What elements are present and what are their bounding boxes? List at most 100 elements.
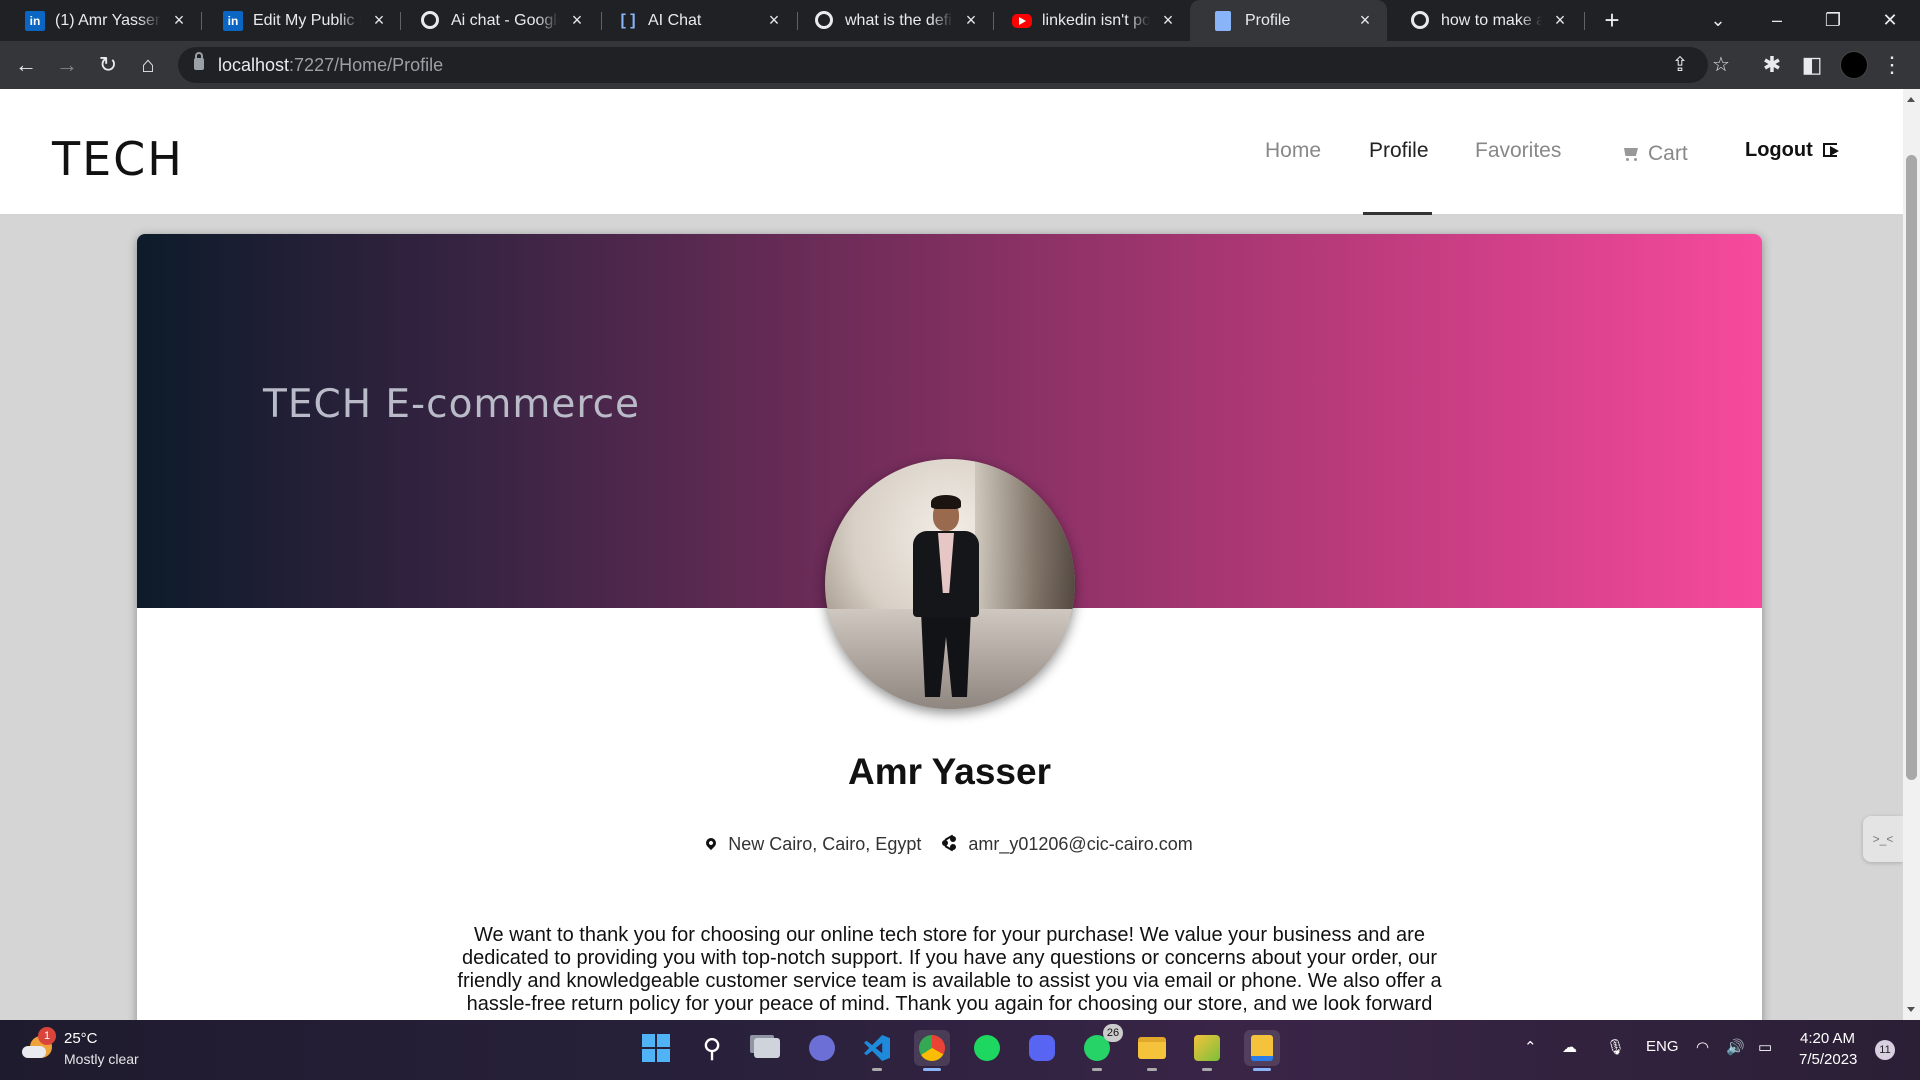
menu-icon[interactable]: ⋮ (1876, 50, 1908, 80)
teams-button[interactable] (804, 1030, 840, 1066)
tab-title: AI Chat (648, 12, 756, 30)
discord-icon (1029, 1035, 1055, 1061)
back-button[interactable]: ← (10, 50, 42, 80)
discord-button[interactable] (1024, 1030, 1060, 1066)
chrome-icon (919, 1035, 945, 1061)
app-icon (1194, 1035, 1220, 1061)
weather-temperature[interactable]: 25°C (64, 1030, 98, 1047)
site-logo[interactable]: TECH (52, 132, 184, 186)
scrollbar-thumb[interactable] (1906, 155, 1917, 780)
close-tab-icon[interactable]: × (567, 10, 587, 30)
tab-how-to[interactable]: how to make a text × (1386, 0, 1582, 41)
tab-edit-profile[interactable]: in Edit My Public Profile × (198, 0, 401, 41)
wifi-icon[interactable]: ◠ (1696, 1038, 1709, 1056)
scroll-up-arrow[interactable] (1907, 97, 1915, 102)
forward-button[interactable]: → (51, 50, 83, 80)
youtube-icon (1012, 14, 1032, 28)
logout-button[interactable]: Logout (1745, 139, 1839, 162)
volume-icon[interactable]: 🔊 (1726, 1038, 1745, 1056)
tab-title: Edit My Public Profile (253, 12, 361, 30)
close-window-button[interactable]: ✕ (1875, 8, 1905, 32)
tab-ai-chat[interactable]: [ ] AI Chat × (593, 0, 796, 41)
teams-icon (809, 1035, 835, 1061)
scroll-down-arrow[interactable] (1907, 1007, 1915, 1012)
address-bar[interactable]: localhost:7227/Home/Profile ⇪ ☆ (178, 47, 1730, 83)
profile-avatar[interactable] (1840, 51, 1868, 79)
show-hidden-icons[interactable]: ⌃ (1524, 1038, 1537, 1056)
spotify-button[interactable] (969, 1030, 1005, 1066)
reload-button[interactable]: ↻ (92, 50, 124, 80)
browser-toolbar: ← → ↻ ⌂ localhost:7227/Home/Profile ⇪ ☆ … (0, 41, 1920, 89)
tab-linkedin[interactable]: in (1) Amr Yasser | LinkedIn × (0, 0, 201, 41)
new-tab-button[interactable]: + (1597, 6, 1627, 36)
file-explorer-button[interactable] (1134, 1030, 1170, 1071)
banner-title: TECH E-commerce (263, 382, 641, 427)
notes-icon (1251, 1035, 1273, 1061)
notes-button[interactable] (1244, 1030, 1280, 1071)
share-icon[interactable]: ⇪ (1667, 52, 1693, 78)
close-tab-icon[interactable]: × (764, 10, 784, 30)
tab-title: what is the definition (845, 12, 953, 30)
chrome-button[interactable] (914, 1030, 950, 1071)
clock-time[interactable]: 4:20 AM (1800, 1030, 1855, 1047)
clock-date[interactable]: 7/5/2023 (1799, 1051, 1857, 1068)
task-view-button[interactable] (749, 1030, 785, 1066)
profile-about-text: We want to thank you for choosing our on… (457, 924, 1442, 1015)
page-icon (1215, 11, 1231, 31)
nav-profile[interactable]: Profile (1369, 139, 1429, 163)
restore-button[interactable]: ❐ (1818, 8, 1848, 32)
nav-home[interactable]: Home (1265, 139, 1321, 163)
email-text: amr_y01206@cic-cairo.com (968, 834, 1193, 854)
microphone-icon[interactable]: 🎙 (1606, 1038, 1625, 1056)
close-tab-icon[interactable]: × (961, 10, 981, 30)
tab-title: (1) Amr Yasser | LinkedIn (55, 12, 161, 30)
nav-cart[interactable]: Cart (1621, 142, 1688, 166)
tab-title: how to make a text (1441, 12, 1542, 30)
whatsapp-button[interactable]: 26 (1079, 1024, 1123, 1071)
battery-icon[interactable]: ▭ (1758, 1038, 1772, 1056)
extensions-icon[interactable]: ✱ (1756, 50, 1788, 80)
close-tab-icon[interactable]: × (169, 10, 189, 30)
app-button[interactable] (1189, 1030, 1225, 1071)
page-scrollbar[interactable] (1903, 89, 1920, 1020)
linkedin-icon: in (223, 11, 243, 31)
minimize-button[interactable]: – (1762, 8, 1792, 32)
tab-ai-chat-search[interactable]: Ai chat - Google Search × (396, 0, 599, 41)
tab-definition-search[interactable]: what is the definition × (790, 0, 993, 41)
close-tab-icon[interactable]: × (1355, 10, 1375, 30)
cart-icon (1621, 146, 1640, 161)
profile-photo (825, 459, 1075, 709)
vscode-icon (864, 1035, 890, 1061)
side-panel-toggle[interactable]: >_< (1863, 816, 1903, 862)
onedrive-icon[interactable]: ☁ (1562, 1038, 1577, 1056)
tab-youtube[interactable]: linkedin isn't posting × (987, 0, 1190, 41)
url-text[interactable]: localhost:7227/Home/Profile (218, 55, 443, 76)
nav-favorites[interactable]: Favorites (1475, 139, 1561, 163)
tab-title: linkedin isn't posting (1042, 12, 1150, 30)
search-button[interactable]: ⚲ (694, 1030, 730, 1066)
logout-label: Logout (1745, 139, 1813, 161)
tab-title: Ai chat - Google Search (451, 12, 559, 30)
close-tab-icon[interactable]: × (1550, 10, 1570, 30)
close-tab-icon[interactable]: × (1158, 10, 1178, 30)
profile-card: TECH E-commerce Amr Yasser New Cairo, Ca… (137, 234, 1762, 1020)
weather-description[interactable]: Mostly clear (64, 1051, 139, 1067)
share-icon (942, 836, 957, 850)
close-tab-icon[interactable]: × (369, 10, 389, 30)
lock-icon[interactable] (194, 52, 204, 70)
taskbar (0, 1020, 1920, 1080)
tab-profile[interactable]: Profile × (1190, 0, 1387, 41)
folder-icon (1138, 1037, 1166, 1059)
bookmark-star-icon[interactable]: ☆ (1708, 52, 1734, 78)
profile-location: New Cairo, Cairo, Egypt (704, 834, 921, 855)
language-indicator[interactable]: ENG (1646, 1038, 1679, 1055)
home-button[interactable]: ⌂ (132, 50, 164, 80)
start-button[interactable] (638, 1030, 674, 1066)
notification-badge[interactable]: 11 (1875, 1040, 1895, 1060)
page-viewport: TECH Home Profile Favorites Cart Logout … (0, 89, 1903, 1020)
side-panel-icon[interactable]: ◧ (1796, 50, 1828, 80)
windows-icon (642, 1034, 670, 1062)
sign-out-icon (1822, 143, 1839, 157)
vscode-button[interactable] (859, 1030, 895, 1071)
tab-search-icon[interactable]: ⌄ (1703, 8, 1733, 32)
